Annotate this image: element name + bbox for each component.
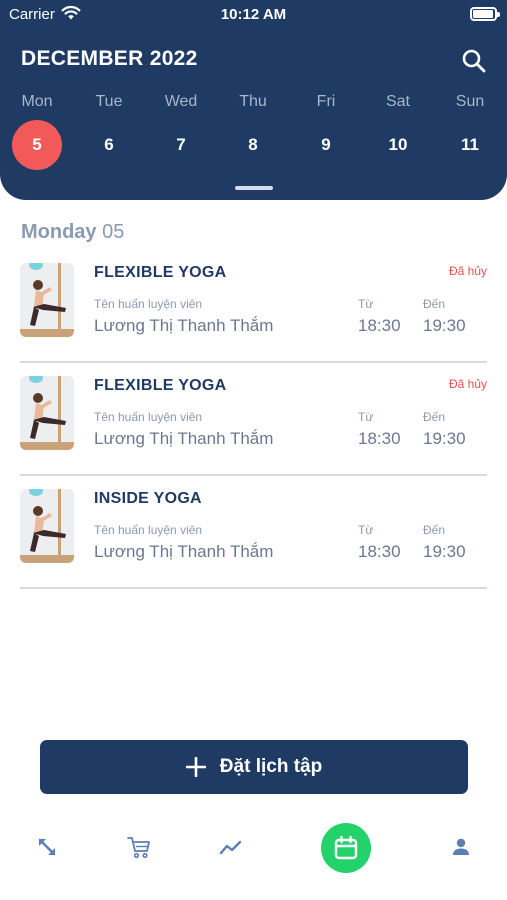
yoga-thumbnail (20, 376, 74, 450)
yoga-pose-icon (20, 263, 74, 337)
tab-profile[interactable] (446, 832, 476, 862)
from-label: Từ (358, 410, 374, 424)
cart-icon (127, 837, 150, 859)
date-10[interactable]: 10 (373, 120, 423, 170)
from-label: Từ (358, 297, 374, 311)
weekday-sat: Sat (385, 93, 410, 110)
to-time: 19:30 (423, 429, 466, 448)
yoga-pose-icon (20, 489, 74, 563)
month-title: DECEMBER 2022 (21, 47, 198, 70)
date-9[interactable]: 9 (301, 120, 351, 170)
trainer-label: Tên huấn luyện viên (94, 523, 203, 537)
to-time: 19:30 (423, 542, 466, 561)
weekday-mon: Mon (21, 93, 53, 110)
session-title: FLEXIBLE YOGA (94, 264, 227, 281)
session-list: FLEXIBLE YOGA Đã hủy Tên huấn luyện viên… (0, 250, 507, 589)
battery-icon (470, 7, 500, 21)
to-label: Đến (423, 523, 446, 537)
book-schedule-label: Đặt lịch tập (219, 756, 323, 777)
selected-weekday: Monday (21, 221, 97, 243)
selected-day-number: 05 (102, 221, 125, 243)
book-schedule-button[interactable]: Đặt lịch tập (40, 740, 468, 794)
yoga-pose-icon (20, 376, 74, 450)
trainer-name: Lương Thị Thanh Thắm (94, 542, 274, 561)
user-icon (453, 838, 469, 855)
calendar-icon (334, 835, 358, 860)
to-label: Đến (423, 410, 446, 424)
trainer-label: Tên huấn luyện viên (94, 297, 203, 311)
from-time: 18:30 (358, 429, 401, 448)
date-7[interactable]: 7 (156, 120, 206, 170)
weekday-fri: Fri (316, 93, 336, 110)
cancelled-badge: Đã hủy (448, 264, 487, 278)
status-time: 10:12 AM (220, 6, 287, 23)
yoga-thumbnail (20, 263, 74, 337)
session-card[interactable]: FLEXIBLE YOGA Đã hủy Tên huấn luyện viên… (20, 250, 487, 363)
from-label: Từ (358, 523, 374, 537)
from-time: 18:30 (358, 542, 401, 561)
tab-progress[interactable] (216, 832, 246, 862)
date-6[interactable]: 6 (84, 120, 134, 170)
yoga-thumbnail (20, 489, 74, 563)
search-icon (462, 49, 486, 73)
date-row: 5 6 7 8 9 10 11 (0, 120, 507, 170)
session-title: INSIDE YOGA (94, 490, 202, 507)
search-button[interactable] (460, 47, 488, 75)
date-8[interactable]: 8 (228, 120, 278, 170)
trainer-name: Lương Thị Thanh Thắm (94, 429, 274, 448)
weekday-row: Mon Tue Wed Thu Fri Sat Sun (0, 93, 507, 113)
calendar-header: Carrier 10:12 AM DECEMBER 2022 Mon Tue W… (0, 0, 507, 200)
bottom-tab-bar (0, 820, 507, 890)
session-card[interactable]: INSIDE YOGA Tên huấn luyện viên Lương Th… (20, 476, 487, 589)
tab-schedule[interactable] (321, 823, 371, 873)
weekday-sun: Sun (455, 93, 485, 110)
date-5-selected[interactable]: 5 (12, 120, 62, 170)
weekday-tue: Tue (95, 93, 123, 110)
cancelled-badge: Đã hủy (448, 377, 487, 391)
to-time: 19:30 (423, 316, 466, 335)
trainer-label: Tên huấn luyện viên (94, 410, 203, 424)
trainer-name: Lương Thị Thanh Thắm (94, 316, 274, 335)
drag-handle[interactable] (235, 186, 273, 190)
session-title: FLEXIBLE YOGA (94, 377, 227, 394)
trend-icon (219, 840, 242, 855)
selected-day-label: Monday 05 (21, 221, 124, 244)
to-label: Đến (423, 297, 446, 311)
plus-icon (185, 757, 206, 777)
status-bar: Carrier 10:12 AM (0, 0, 507, 30)
tab-expand[interactable] (32, 832, 62, 862)
session-card[interactable]: FLEXIBLE YOGA Đã hủy Tên huấn luyện viên… (20, 363, 487, 476)
weekday-wed: Wed (164, 93, 198, 110)
from-time: 18:30 (358, 316, 401, 335)
tab-shop[interactable] (124, 832, 154, 862)
date-11[interactable]: 11 (445, 120, 495, 170)
expand-icon (38, 838, 56, 856)
weekday-thu: Thu (239, 93, 267, 110)
